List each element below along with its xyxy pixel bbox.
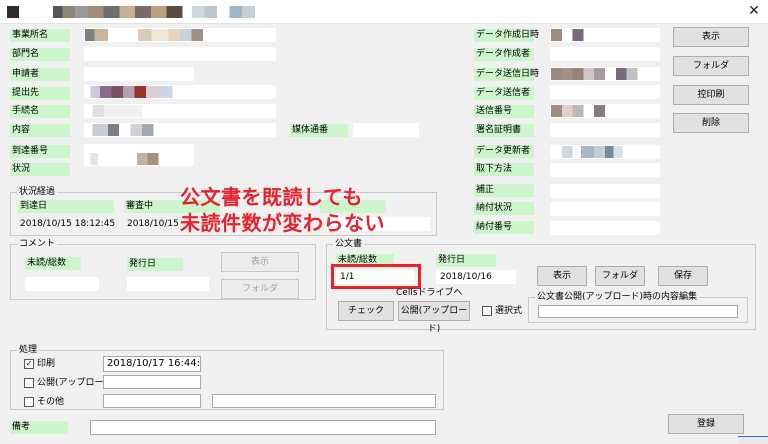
label-teishutsusaki: 提出先	[10, 87, 70, 100]
field-hosei[interactable]	[550, 184, 660, 198]
title-text-redacted	[28, 6, 343, 18]
annotation-line2: 未読件数が変わらない	[180, 211, 385, 235]
other-date-field[interactable]	[103, 394, 201, 408]
field-torisage[interactable]	[550, 163, 660, 177]
register-button[interactable]: 登録	[668, 414, 744, 434]
label-shinseisha: 申請者	[10, 68, 70, 81]
other-text-field[interactable]	[212, 394, 436, 408]
field-baitai[interactable]	[353, 123, 419, 137]
close-icon[interactable]: ✕	[744, 2, 764, 20]
print-copy-button[interactable]: 控印刷	[673, 85, 749, 105]
comment-issue-label: 発行日	[127, 258, 183, 271]
display-button[interactable]: 表示	[673, 27, 749, 47]
field-soshin-bango[interactable]	[550, 104, 660, 118]
field-nofu-bango[interactable]	[550, 221, 660, 235]
comment-display-button[interactable]: 表示	[221, 252, 299, 272]
publish-date-field[interactable]	[103, 375, 201, 389]
label-totatsu: 到達番号	[10, 145, 70, 158]
other-label: その他	[37, 397, 65, 407]
field-bumon[interactable]	[84, 47, 276, 61]
arrival-label: 到達日	[18, 200, 114, 213]
comment-folder-button[interactable]: フォルダ	[221, 279, 299, 299]
label-nofu-jokyo: 納付状況	[474, 202, 534, 215]
label-jokyo: 状況	[10, 163, 70, 176]
field-data-soshinsha[interactable]	[550, 85, 660, 99]
field-teishutsusaki[interactable]	[84, 85, 276, 99]
comment-unread-field[interactable]	[25, 277, 99, 291]
official-display-button[interactable]: 表示	[537, 266, 587, 286]
select-checkbox[interactable]	[482, 306, 492, 316]
field-naiyo[interactable]	[84, 123, 276, 137]
label-jigyosho: 事業所名	[10, 29, 70, 42]
field-data-sakusei-nichiji[interactable]	[550, 28, 660, 42]
other-checkbox[interactable]	[24, 397, 34, 407]
processing-group-title: 処理	[17, 344, 40, 356]
remarks-field[interactable]	[90, 420, 436, 435]
field-tetsuzuki[interactable]	[84, 104, 276, 118]
field-data-soshin-nichiji[interactable]	[550, 67, 660, 81]
print-date-field[interactable]: 2018/10/17 16:44:2	[103, 356, 201, 372]
official-doc-group-title: 公文書	[333, 238, 365, 250]
app-icon	[7, 6, 19, 18]
arrival-value: 2018/10/15 18:12:45	[20, 219, 116, 229]
official-save-button[interactable]: 保存	[658, 266, 708, 286]
remarks-label: 備考	[10, 421, 68, 434]
comment-issue-field[interactable]	[127, 277, 209, 291]
label-data-soshin-nichiji: データ送信日時	[474, 68, 540, 81]
cells-drive-label: Cellsドライブへ	[396, 288, 463, 298]
label-data-sakusei-nichiji: データ作成日時	[474, 29, 540, 42]
publish-checkbox[interactable]	[24, 378, 34, 388]
annotation-line1: 公文書を既読しても	[180, 185, 363, 209]
print-label: 印刷	[37, 359, 56, 369]
check-button[interactable]: チェック	[338, 301, 394, 321]
field-shomei[interactable]	[550, 123, 660, 137]
highlight-box	[331, 264, 421, 289]
label-hosei: 補正	[474, 184, 534, 197]
official-issue-label: 発行日	[436, 254, 496, 267]
progress-group-title: 状況経過	[17, 186, 58, 198]
label-bumon: 部門名	[10, 48, 70, 61]
label-naiyo: 内容	[10, 124, 70, 137]
field-jokyo[interactable]	[84, 152, 194, 166]
print-checkbox[interactable]: ✓	[24, 359, 34, 369]
taskbar-fragment	[738, 436, 768, 444]
field-data-sakuseisha[interactable]	[550, 47, 660, 61]
edit-content-field[interactable]	[538, 305, 738, 318]
delete-button[interactable]: 削除	[673, 113, 749, 133]
comment-unread-label: 未読/総数	[25, 257, 81, 270]
field-nofu-jokyo[interactable]	[550, 202, 660, 216]
label-nofu-bango: 納付番号	[474, 221, 534, 234]
label-data-sakuseisha: データ作成者	[474, 48, 534, 61]
label-tetsuzuki: 手続名	[10, 105, 70, 118]
label-data-soshinsha: データ送信者	[474, 87, 534, 100]
label-soshin-bango: 送信番号	[474, 105, 534, 118]
official-folder-button[interactable]: フォルダ	[595, 266, 645, 286]
edit-content-group-title: 公文書公開(アップロード)時の内容編集	[535, 291, 700, 303]
label-data-koshinsha: データ更新者	[474, 145, 534, 158]
label-shomei: 署名証明書	[474, 124, 534, 137]
publish-button[interactable]: 公開(アップロード)	[398, 301, 470, 334]
label-torisage: 取下方法	[474, 163, 534, 176]
label-baitai: 媒体通番	[290, 124, 348, 137]
select-label: 選択式	[495, 306, 523, 316]
official-issue-field[interactable]: 2018/10/16	[436, 270, 516, 284]
field-data-koshinsha[interactable]	[550, 145, 660, 159]
title-bar: ✕	[0, 0, 768, 24]
field-jigyosho[interactable]	[84, 28, 276, 42]
review-value: 2018/10/15	[127, 219, 179, 229]
comment-group-title: コメント	[17, 238, 58, 250]
field-shinseisha[interactable]	[84, 67, 194, 81]
folder-button[interactable]: フォルダ	[673, 56, 749, 76]
